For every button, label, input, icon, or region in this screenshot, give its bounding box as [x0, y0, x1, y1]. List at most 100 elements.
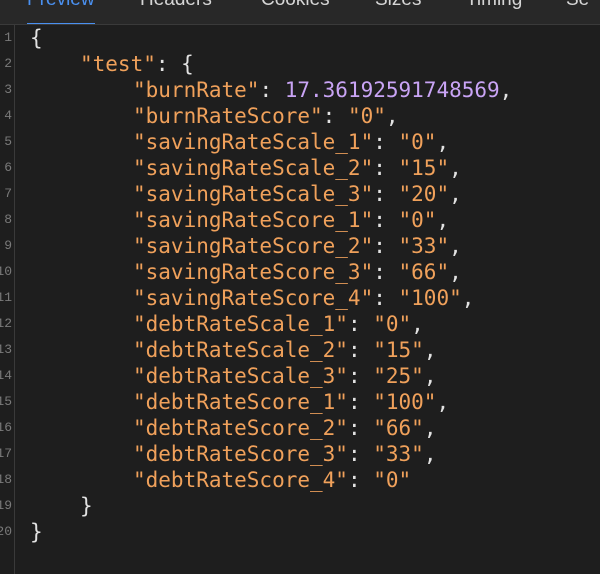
json-entry: "savingRateScale_2": "15",: [133, 155, 462, 181]
json-colon: :: [347, 468, 374, 492]
json-colon: :: [347, 416, 374, 440]
object-open-brace: : {: [155, 52, 194, 76]
json-colon: :: [373, 260, 399, 284]
json-key: "debtRateScore_2": [133, 416, 348, 440]
json-line: }: [30, 519, 43, 545]
json-comma: ,: [385, 104, 399, 128]
line-number: 14: [0, 368, 12, 383]
json-entry: "savingRateScore_4": "100",: [133, 285, 474, 311]
json-colon: :: [373, 286, 399, 310]
json-key: "savingRateScale_3": [133, 182, 374, 206]
line-number: 19: [0, 498, 12, 513]
line-number: 9: [4, 238, 12, 253]
json-value: "100": [398, 286, 462, 310]
tab-sizes[interactable]: Sizes: [375, 0, 421, 11]
json-entry: "debtRateScore_1": "100",: [133, 389, 449, 415]
json-value: "100": [373, 390, 437, 414]
json-entry: "savingRateScore_2": "33",: [133, 233, 462, 259]
json-colon: :: [347, 442, 374, 466]
line-number: 7: [4, 186, 12, 201]
json-comma: ,: [423, 442, 437, 466]
json-comma: ,: [461, 286, 475, 310]
json-line: {: [30, 25, 43, 51]
json-entry: "savingRateScore_3": "66",: [133, 259, 462, 285]
tab-timing[interactable]: Timing: [466, 0, 522, 11]
json-entry: "debtRateScore_4": "0": [133, 467, 411, 493]
json-colon: :: [259, 78, 285, 102]
json-comma: ,: [449, 234, 462, 258]
json-value: "0": [398, 130, 437, 154]
json-comma: ,: [449, 260, 462, 284]
json-colon: :: [373, 208, 399, 232]
json-value: "20": [398, 182, 450, 206]
line-number: 11: [0, 290, 12, 305]
json-entry: "burnRateScore": "0",: [133, 103, 399, 129]
json-key: "test": [80, 52, 156, 76]
root-close-brace: }: [30, 520, 43, 544]
json-value: 17.36192591748569: [284, 78, 500, 102]
json-entry: "burnRate": 17.36192591748569,: [133, 77, 512, 103]
json-value: "66": [398, 260, 450, 284]
json-value: "66": [373, 416, 424, 440]
line-number: 17: [0, 446, 12, 461]
json-colon: :: [347, 364, 374, 388]
json-line: "test": {: [80, 51, 194, 77]
line-number: 10: [0, 264, 12, 279]
line-number-gutter: 1 2 3 4 5 6 7 8 9 10 11 12 13 14 15 16 17 18 19 20: [0, 25, 15, 574]
json-value: "15": [398, 156, 450, 180]
json-value: "0": [373, 312, 412, 336]
json-key: "savingRateScore_1": [133, 208, 374, 232]
json-value: "33": [398, 234, 450, 258]
line-number: 15: [0, 394, 12, 409]
json-entry: "savingRateScore_1": "0",: [133, 207, 449, 233]
object-close-brace: }: [80, 494, 93, 518]
json-key: "burnRateScore": [133, 104, 323, 128]
tab-cookies[interactable]: Cookies: [261, 0, 330, 11]
json-key: "debtRateScale_1": [133, 312, 348, 336]
json-entry: "debtRateScore_2": "66",: [133, 415, 436, 441]
tab-preview[interactable]: Preview: [27, 0, 95, 24]
line-number: 16: [0, 420, 12, 435]
json-value: "25": [373, 364, 424, 388]
json-key: "debtRateScale_2": [133, 338, 348, 362]
json-line: }: [80, 493, 93, 519]
json-key: "savingRateScore_3": [133, 260, 374, 284]
json-value: "0": [398, 208, 437, 232]
json-comma: ,: [436, 390, 450, 414]
json-key: "burnRate": [133, 78, 260, 102]
line-number: 12: [0, 316, 12, 331]
json-comma: ,: [436, 208, 450, 232]
json-colon: :: [322, 104, 348, 128]
json-colon: :: [373, 182, 399, 206]
json-value: "15": [373, 338, 424, 362]
json-comma: ,: [423, 338, 437, 362]
json-colon: :: [347, 390, 374, 414]
json-key: "debtRateScore_4": [133, 468, 348, 492]
json-value: "0": [373, 468, 412, 492]
json-colon: :: [373, 234, 399, 258]
json-value: "0": [347, 104, 386, 128]
json-colon: :: [347, 338, 374, 362]
json-key: "savingRateScore_4": [133, 286, 374, 310]
json-colon: :: [347, 312, 374, 336]
json-colon: :: [373, 130, 399, 154]
json-entry: "savingRateScale_1": "0",: [133, 129, 449, 155]
tab-more[interactable]: Se: [566, 0, 589, 11]
json-entry: "debtRateScale_3": "25",: [133, 363, 436, 389]
line-number: 6: [4, 160, 12, 175]
line-number: 20: [0, 524, 12, 539]
json-comma: ,: [449, 182, 462, 206]
json-entry: "debtRateScore_3": "33",: [133, 441, 436, 467]
json-key: "savingRateScore_2": [133, 234, 374, 258]
line-number: 3: [4, 82, 12, 97]
line-number: 1: [4, 30, 12, 45]
json-comma: ,: [423, 364, 437, 388]
root-open-brace: {: [30, 26, 43, 50]
json-entry: "savingRateScale_3": "20",: [133, 181, 462, 207]
json-colon: :: [373, 156, 399, 180]
tab-headers[interactable]: Headers: [140, 0, 212, 11]
line-number: 4: [4, 108, 12, 123]
line-number: 5: [4, 134, 12, 149]
json-comma: ,: [423, 416, 437, 440]
line-number: 8: [4, 212, 12, 227]
